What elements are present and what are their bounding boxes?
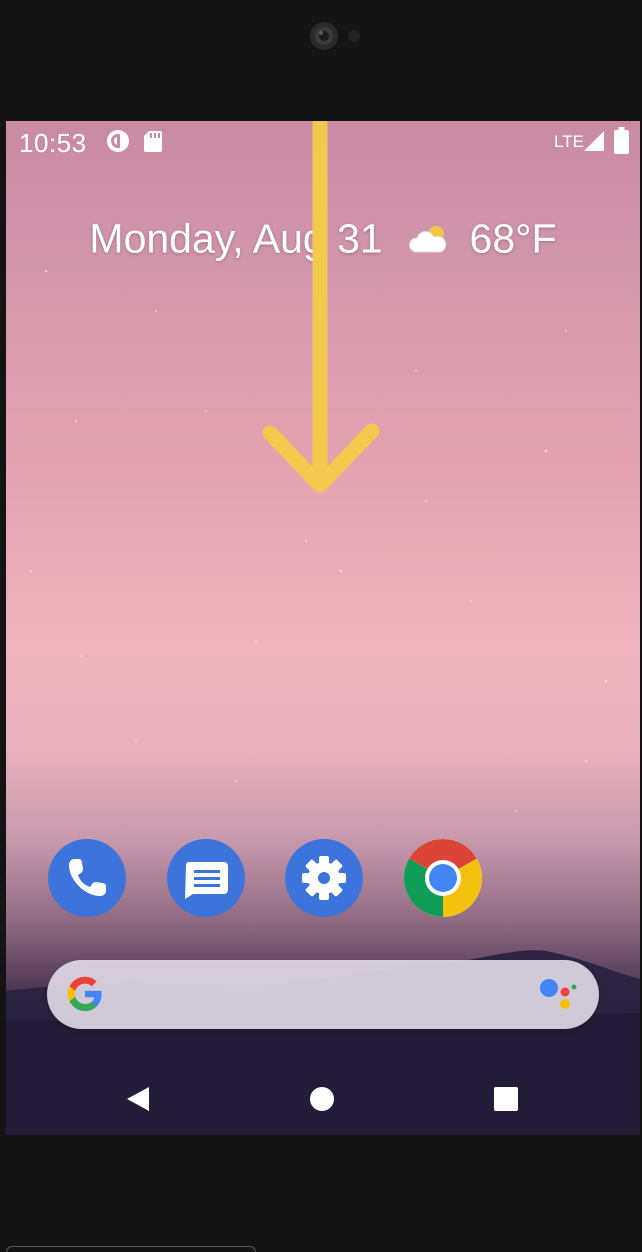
messages-app-icon[interactable] (166, 838, 246, 918)
phone-app-icon[interactable] (47, 838, 127, 918)
swipe-down-arrow (262, 121, 380, 493)
cell-signal-icon (584, 131, 604, 151)
device-bottom-edge (6, 1246, 256, 1252)
home-screen: 10:53 LTE Monday, Aug 31 68°F (6, 121, 640, 1135)
front-camera-icon (310, 22, 338, 50)
proximity-sensor-icon (348, 30, 360, 42)
home-circle-icon[interactable] (307, 1084, 337, 1114)
device-frame: 10:53 LTE Monday, Aug 31 68°F (0, 0, 642, 1252)
temperature-text[interactable]: 68°F (470, 216, 557, 262)
app-dock (47, 838, 487, 918)
recents-square-icon[interactable] (491, 1084, 521, 1114)
network-type: LTE (554, 132, 584, 151)
partly-cloudy-icon[interactable] (408, 222, 452, 256)
google-g-icon[interactable] (65, 974, 105, 1014)
sd-card-icon (144, 131, 162, 152)
battery-icon (614, 127, 629, 154)
settings-app-icon[interactable] (284, 838, 364, 918)
pocket-casts-icon (107, 130, 129, 152)
status-time: 10:53 (19, 128, 87, 158)
google-assistant-icon[interactable] (537, 976, 579, 1012)
google-search-bar[interactable] (47, 960, 599, 1029)
chrome-app-icon[interactable] (403, 838, 483, 918)
back-triangle-icon[interactable] (123, 1084, 153, 1114)
navigation-bar (6, 1061, 640, 1135)
